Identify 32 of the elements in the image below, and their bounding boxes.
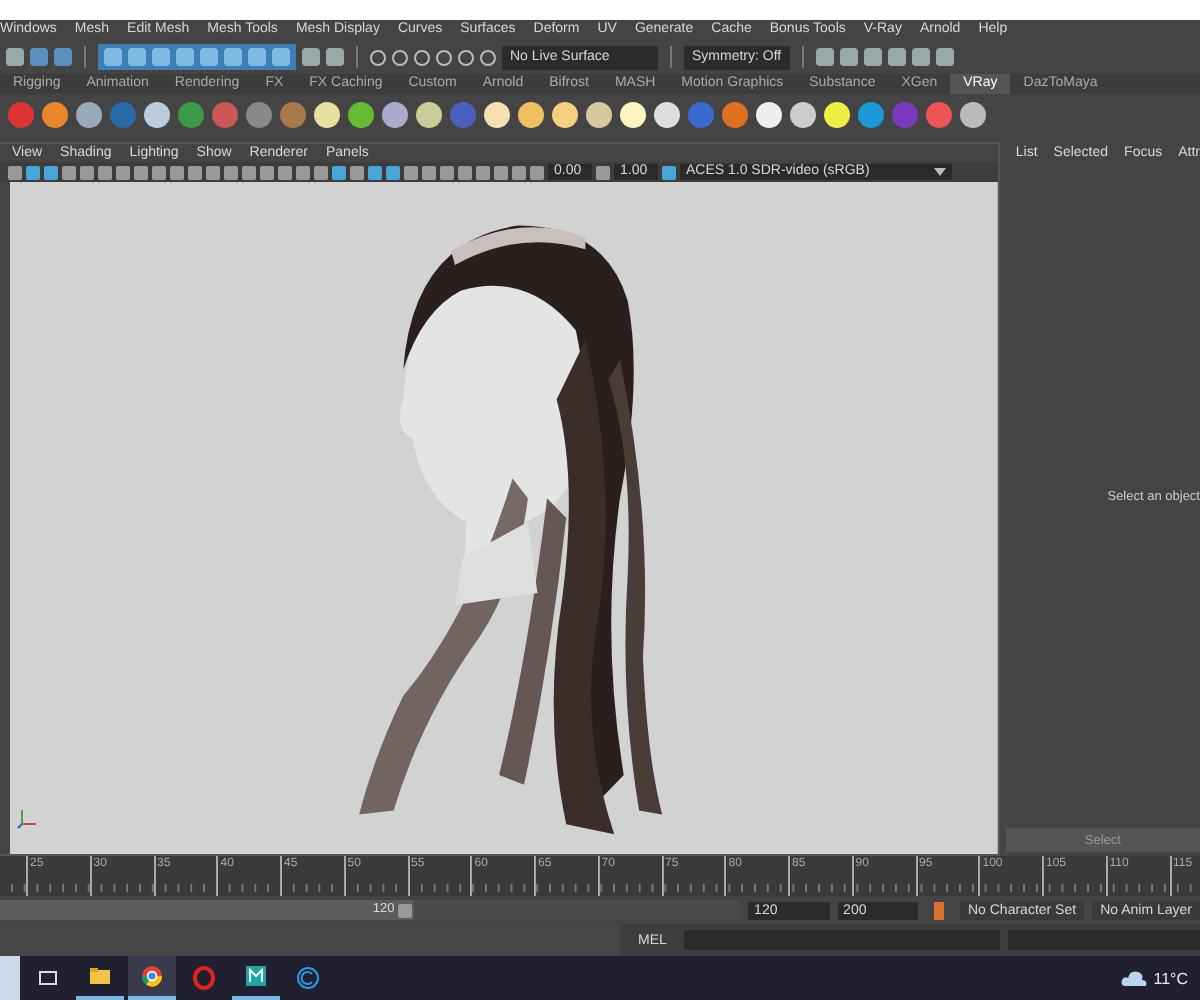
shelf-icon[interactable] xyxy=(552,101,578,127)
shelf-icon[interactable] xyxy=(960,101,986,127)
shelf-icon[interactable] xyxy=(144,101,170,127)
shelf-icon[interactable] xyxy=(416,101,442,127)
shelf-icon[interactable] xyxy=(76,101,102,127)
folder-icon xyxy=(88,964,112,988)
shelf-icon[interactable] xyxy=(314,101,340,127)
shelf-icon[interactable] xyxy=(586,101,612,127)
shelf-icon[interactable] xyxy=(518,101,544,127)
c-logo-icon xyxy=(296,966,320,990)
gamma-icon[interactable] xyxy=(596,165,610,179)
cloud-icon xyxy=(1119,968,1148,988)
taskbar-app[interactable] xyxy=(128,956,176,1000)
temperature-label: 11°C xyxy=(1153,969,1188,987)
shelf-icon[interactable] xyxy=(654,101,680,127)
shelf-icon[interactable] xyxy=(484,101,510,127)
shelf-icon[interactable] xyxy=(348,101,374,127)
browser-icon xyxy=(140,964,164,988)
shelf-icon[interactable] xyxy=(756,101,782,127)
auto-key-icon[interactable] xyxy=(934,901,944,919)
shelf-icon[interactable] xyxy=(42,101,68,127)
shelf-icon[interactable] xyxy=(824,101,850,127)
m-logo-icon xyxy=(244,964,268,988)
shelf-icon[interactable] xyxy=(382,101,408,127)
start-icon[interactable] xyxy=(0,956,20,1000)
axis-icon xyxy=(16,806,40,830)
task-view-icon xyxy=(36,966,60,990)
shelf-icon[interactable] xyxy=(620,101,646,127)
color-management-icon[interactable] xyxy=(662,165,676,179)
ring-logo-icon xyxy=(192,966,216,990)
shelf-icon[interactable] xyxy=(790,101,816,127)
range-bar[interactable] xyxy=(0,900,415,920)
